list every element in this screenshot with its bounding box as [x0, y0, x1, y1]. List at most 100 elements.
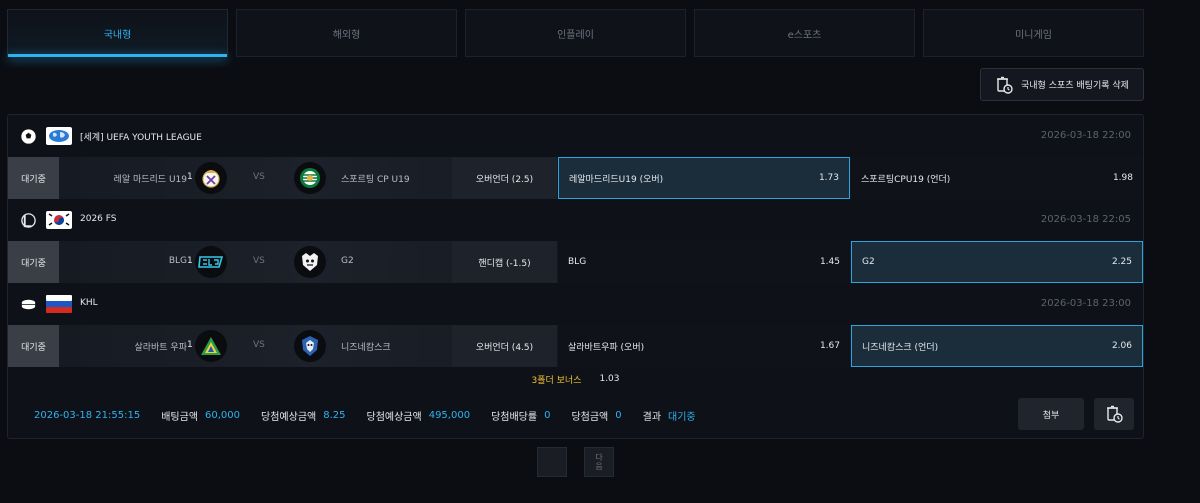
soccer-ball-icon — [20, 128, 37, 145]
delete-history-icon — [1107, 405, 1123, 423]
page-button[interactable] — [537, 447, 567, 477]
match-row: 대기중 BLG 1 VS G2 핸디캡 (-1.5) BLG 1.45 G2 2… — [8, 241, 1143, 283]
vs-label: VS — [253, 340, 265, 350]
league-datetime: 2026-03-18 23:00 — [1040, 298, 1131, 309]
bet-summary: 2026-03-18 21:55:15 배팅금액 60,000 당첨예상금액 8… — [34, 408, 717, 423]
home-team-logo — [195, 330, 227, 362]
bet-time: 2026-03-18 21:55:15 — [34, 410, 141, 421]
home-team-logo — [195, 162, 227, 194]
attach-button[interactable]: 첨부 — [1018, 398, 1084, 430]
odds-option-home[interactable]: 레알마드리드U19 (오버) 1.73 — [558, 157, 850, 199]
result-label: 결과 — [642, 412, 662, 423]
result-value: 대기중 — [668, 412, 696, 423]
match-row: 대기중 레알 마드리드 U19 1 VS 스포르팅 CP U19 오버언더 (2… — [8, 157, 1143, 199]
status-badge: 대기중 — [8, 325, 59, 367]
vs-label: VS — [253, 172, 265, 182]
odds-option-home[interactable]: BLG 1.45 — [558, 241, 850, 283]
market-type: 핸디캡 (-1.5) — [452, 241, 557, 283]
russia-flag-icon — [46, 295, 72, 313]
tab-overseas[interactable]: 해외형 — [236, 9, 457, 57]
sporting-crest-icon — [300, 168, 320, 188]
hockey-puck-icon — [21, 299, 36, 310]
bonus-value: 1.03 — [599, 374, 620, 384]
real-madrid-crest-icon — [202, 170, 220, 188]
pagination: 다 음 — [537, 447, 614, 477]
odds-option-value: 2.25 — [1111, 257, 1132, 267]
delete-history-button[interactable]: 국내형 스포츠 배팅기록 삭제 — [980, 68, 1144, 101]
win-amount-label: 당첨금액 — [571, 412, 609, 423]
korea-flag-icon — [46, 211, 72, 229]
tab-inplay[interactable]: 인플레이 — [465, 9, 686, 57]
tab-bar: 국내형 해외형 인플레이 e스포츠 미니게임 — [7, 9, 1144, 57]
odds-option-label: 니즈네캄스크 (언더) — [862, 342, 939, 353]
next-label-top: 다 — [595, 453, 603, 462]
league-datetime: 2026-03-18 22:05 — [1040, 214, 1131, 225]
bet-slip-card: [세계] UEFA YOUTH LEAGUE 2026-03-18 22:00 … — [7, 114, 1144, 439]
league-datetime: 2026-03-18 22:00 — [1040, 130, 1131, 141]
league-name: 2026 FS — [80, 214, 117, 224]
bet-amount-label: 배팅금액 — [161, 412, 199, 423]
blg-logo-icon — [198, 256, 224, 268]
tab-domestic[interactable]: 국내형 — [7, 9, 228, 57]
home-team-name: BLG — [168, 256, 187, 266]
status-badge: 대기중 — [8, 157, 59, 199]
vs-label: VS — [253, 256, 265, 266]
delete-history-icon — [997, 76, 1013, 94]
away-team-logo — [294, 246, 326, 278]
odds-option-label: 스포르팅CPU19 (언더) — [861, 174, 951, 185]
odds-option-away[interactable]: 스포르팅CPU19 (언더) 1.98 — [851, 157, 1143, 199]
league-name: [세계] UEFA YOUTH LEAGUE — [80, 133, 202, 143]
away-team-name: 스포르팅 CP U19 — [341, 175, 410, 185]
odds-option-away[interactable]: 니즈네캄스크 (언더) 2.06 — [851, 325, 1143, 367]
match-row: 대기중 살라바트 우파 1 VS 니즈네캄스크 오버언더 (4.5) 살라바트우… — [8, 325, 1143, 367]
odds-option-label: BLG — [568, 257, 587, 267]
g2-logo-icon — [302, 253, 318, 271]
away-team-name: 니즈네캄스크 — [341, 343, 391, 353]
win-rate-label: 당첨배당률 — [491, 412, 538, 423]
odds-option-value: 1.67 — [819, 341, 840, 351]
odds-option-label: 레알마드리드U19 (오버) — [569, 174, 664, 185]
delete-bet-button[interactable] — [1094, 398, 1134, 430]
expected-odds-value: 8.25 — [323, 410, 346, 421]
expected-win-label: 당첨예상금액 — [366, 412, 422, 423]
league-name: KHL — [80, 298, 98, 308]
home-team-name: 레알 마드리드 U19 — [113, 175, 187, 185]
salavat-logo-icon — [201, 337, 221, 355]
market-type: 오버언더 (4.5) — [452, 325, 557, 367]
league-header: 2026 FS 2026-03-18 22:05 — [8, 199, 1143, 241]
bet-amount-value: 60,000 — [205, 410, 241, 421]
next-page-button[interactable]: 다 음 — [584, 447, 614, 477]
expected-odds-label: 당첨예상금액 — [261, 412, 317, 423]
odds-option-label: 살라바트우파 (오버) — [568, 342, 645, 353]
home-score: 1 — [187, 172, 193, 182]
away-team-logo — [294, 330, 326, 362]
league-header: [세계] UEFA YOUTH LEAGUE 2026-03-18 22:00 — [8, 115, 1143, 157]
status-badge: 대기중 — [8, 241, 59, 283]
home-team-logo — [195, 246, 227, 278]
lol-icon — [21, 213, 36, 228]
next-label-bottom: 음 — [595, 462, 603, 471]
tab-esports[interactable]: e스포츠 — [694, 9, 915, 57]
home-score: 1 — [187, 256, 193, 266]
world-flag-icon — [46, 127, 72, 145]
odds-option-label: G2 — [862, 257, 875, 267]
odds-option-value: 2.06 — [1111, 341, 1132, 351]
market-type: 오버언더 (2.5) — [452, 157, 557, 199]
odds-option-value: 1.45 — [819, 257, 840, 267]
win-rate-value: 0 — [544, 410, 551, 421]
neftekhimik-logo-icon — [302, 336, 318, 356]
tab-minigame[interactable]: 미니게임 — [923, 9, 1144, 57]
odds-option-home[interactable]: 살라바트우파 (오버) 1.67 — [558, 325, 850, 367]
delete-history-label: 국내형 스포츠 배팅기록 삭제 — [1021, 81, 1129, 91]
away-team-logo — [294, 162, 326, 194]
folder-bonus: 3폴더 보너스 1.03 — [8, 369, 1143, 389]
away-team-name: G2 — [341, 256, 354, 266]
odds-option-value: 1.73 — [818, 173, 839, 183]
home-team-name: 살라바트 우파 — [134, 343, 187, 353]
bonus-label: 3폴더 보너스 — [531, 375, 582, 386]
league-header: KHL 2026-03-18 23:00 — [8, 283, 1143, 325]
odds-option-value: 1.98 — [1112, 173, 1133, 183]
home-score: 1 — [187, 340, 193, 350]
odds-option-away[interactable]: G2 2.25 — [851, 241, 1143, 283]
win-amount-value: 0 — [615, 410, 622, 421]
